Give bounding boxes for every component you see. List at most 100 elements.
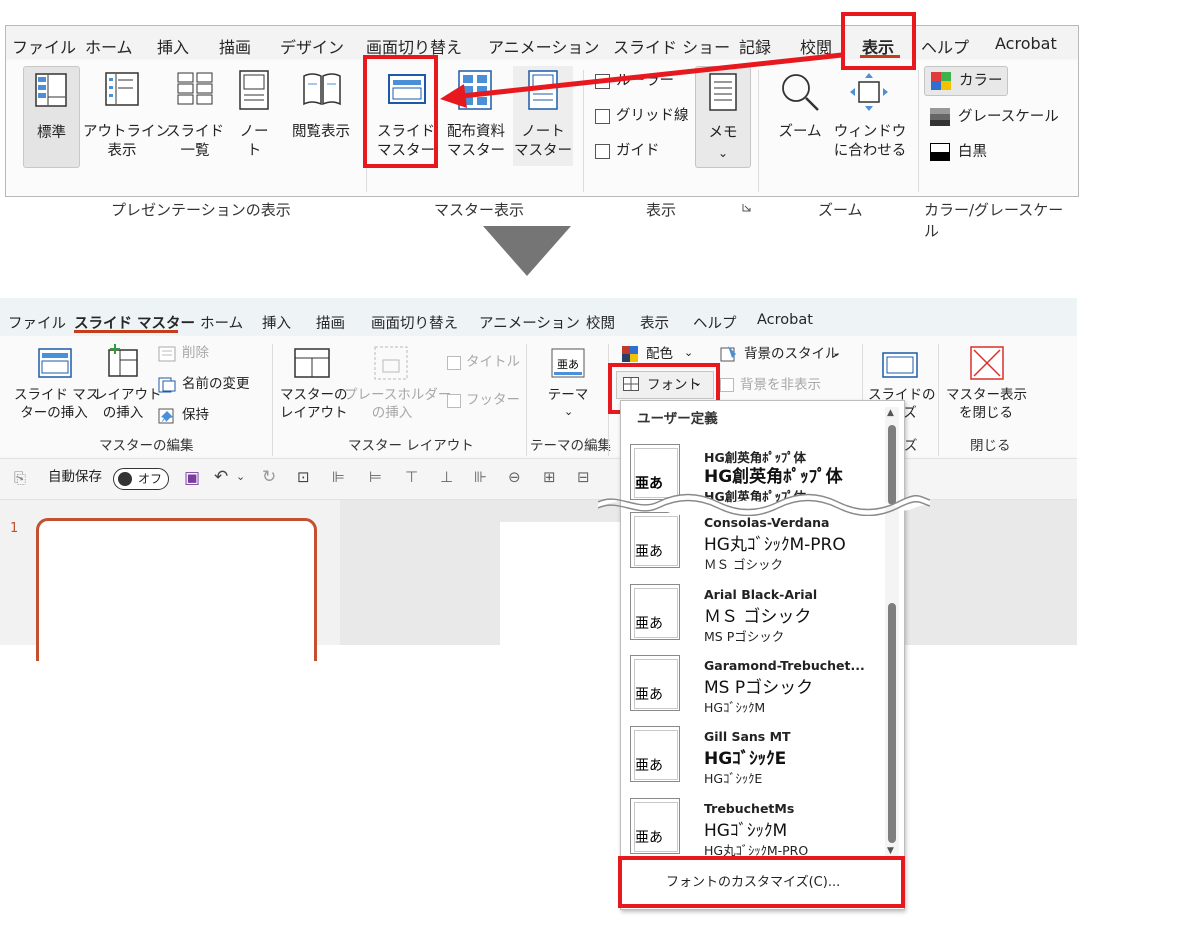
footer-checkbox[interactable]: フッター	[447, 393, 527, 413]
outline-view-button[interactable]: アウトライン 表示	[83, 66, 170, 166]
reading-view-button[interactable]: 閲覧表示	[282, 66, 360, 166]
undo-icon[interactable]: ↶	[214, 469, 228, 486]
tab-file[interactable]: ファイル	[8, 312, 66, 333]
hide-background-checkbox[interactable]: 背景を非表示	[720, 376, 850, 396]
slide-size-icon	[882, 352, 918, 378]
normal-view-button[interactable]: 標準	[23, 66, 80, 168]
gridlines-checkbox[interactable]: グリッド線	[595, 107, 695, 127]
delete-icon	[158, 346, 176, 362]
chevron-down-icon[interactable]: ⌄	[236, 471, 245, 482]
master-layout-label: マスターの レイアウト	[280, 387, 348, 421]
align-center-icon[interactable]: ⊞	[543, 470, 556, 485]
save-icon[interactable]: ▣	[184, 470, 200, 487]
tab-transitions[interactable]: 画面切り替え	[371, 312, 458, 333]
chevron-down-icon: ⌄	[718, 146, 729, 160]
tab-animations[interactable]: アニメーション	[479, 312, 580, 333]
tab-insert[interactable]: 挿入	[157, 34, 189, 58]
guides-checkbox[interactable]: ガイド	[595, 142, 695, 162]
black-white-button[interactable]: 白黒	[924, 139, 1074, 165]
color-button[interactable]: カラー	[924, 66, 1008, 96]
insert-layout-button[interactable]: レイアウト の挿入	[94, 344, 162, 424]
slide-master-highlight	[363, 55, 438, 168]
align-top-icon[interactable]: ⊤	[405, 470, 418, 485]
slide-thumbnail[interactable]	[36, 518, 317, 661]
autosave-state: オフ	[138, 472, 163, 486]
ribbon-tab-bar: ファイル スライド マスター ホーム 挿入 描画 画面切り替え アニメーション …	[0, 298, 1077, 336]
grayscale-button[interactable]: グレースケール	[924, 104, 1074, 130]
hide-background-label: 背景を非表示	[740, 377, 821, 393]
close-master-view-label: マスター表示 を閉じる	[946, 387, 1027, 421]
font-theme-body-font: MS Pゴシック	[704, 629, 785, 644]
dialog-launcher-icon[interactable]	[742, 203, 751, 212]
scroll-up-icon[interactable]: ▲	[887, 409, 894, 418]
gridlines-label: グリッド線	[616, 108, 689, 124]
tab-home[interactable]: ホーム	[200, 312, 243, 333]
color-group-label: カラー/グレースケール	[924, 201, 1064, 240]
tab-insert[interactable]: 挿入	[262, 312, 291, 333]
delete-button[interactable]: 削除	[158, 344, 258, 364]
rename-button[interactable]: 名前の変更	[158, 375, 268, 395]
title-checkbox[interactable]: タイトル	[447, 355, 527, 375]
align-bottom-icon[interactable]: ⊥	[440, 470, 453, 485]
font-theme-thumbnail: 亜あ	[630, 584, 680, 640]
autosave-toggle[interactable]: オフ	[113, 468, 169, 490]
font-theme-item[interactable]: 亜あ Garamond-Trebuchet... MS Pゴシック HGｺﾞｼｯ…	[621, 655, 881, 725]
grayscale-label: グレースケール	[958, 109, 1059, 125]
font-theme-item[interactable]: 亜あ Consolas-Verdana HG丸ｺﾞｼｯｸM-PRO ＭＳ ゴシッ…	[621, 512, 881, 582]
tab-view[interactable]: 表示	[640, 312, 669, 333]
title-checkbox-label: タイトル	[466, 354, 520, 370]
group-separator	[526, 344, 527, 456]
tab-acrobat[interactable]: Acrobat	[995, 34, 1057, 53]
font-theme-body-font: ＭＳ ゴシック	[704, 557, 783, 572]
tab-draw[interactable]: 描画	[316, 312, 345, 333]
paste-icon[interactable]: ⎘	[14, 471, 26, 486]
normal-view-icon	[35, 73, 67, 107]
normal-view-label: 標準	[37, 125, 66, 141]
notes-page-icon	[239, 70, 269, 110]
preserve-button[interactable]: 保持	[158, 406, 258, 426]
font-theme-thumbnail: 亜あ	[630, 798, 680, 854]
redo-icon[interactable]: ↻	[262, 469, 276, 486]
present-icon[interactable]: ⊡	[297, 470, 310, 485]
tab-acrobat[interactable]: Acrobat	[757, 312, 813, 328]
master-layout-button[interactable]: マスターの レイアウト	[280, 344, 348, 424]
tab-help[interactable]: ヘルプ	[921, 34, 969, 58]
insert-slide-master-button[interactable]: スライド マス ターの挿入	[14, 344, 99, 424]
tab-file[interactable]: ファイル	[12, 34, 76, 58]
slide-sorter-button[interactable]: スライド 一覧	[162, 66, 228, 166]
distribute-vertical-icon[interactable]: ⊟	[577, 470, 590, 485]
scrollbar-thumb[interactable]	[888, 603, 896, 843]
placeholder-icon	[374, 346, 408, 380]
align-left-icon[interactable]: ⊫	[332, 470, 345, 485]
background-styles-icon	[720, 346, 736, 362]
slide-canvas[interactable]	[500, 522, 620, 645]
tab-design[interactable]: デザイン	[280, 34, 344, 58]
font-theme-name: TrebuchetMs	[704, 801, 795, 816]
edit-master-group-label: マスターの編集	[99, 438, 194, 454]
font-theme-item[interactable]: 亜あ Gill Sans MT HGｺﾞｼｯｸE HGｺﾞｼｯｸE	[621, 726, 881, 796]
tab-draw[interactable]: 描画	[219, 34, 251, 58]
tab-home[interactable]: ホーム	[85, 34, 133, 58]
notes-page-button[interactable]: ノー ト	[231, 66, 277, 166]
background-styles-button[interactable]: 背景のスタイル ⌄	[720, 344, 850, 364]
theme-button[interactable]: 亜あ テーマ ⌄	[538, 344, 598, 424]
toggle-knob	[118, 472, 132, 486]
close-master-view-button[interactable]: マスター表示 を閉じる	[946, 344, 1027, 424]
dropdown-scrollbar[interactable]: ▲ ▼	[885, 407, 899, 857]
zoom-label: ズーム	[778, 124, 822, 140]
align-right-icon[interactable]: ⊨	[369, 470, 382, 485]
font-theme-name: Arial Black-Arial	[704, 587, 818, 602]
scroll-down-icon[interactable]: ▼	[887, 847, 894, 856]
tab-help[interactable]: ヘルプ	[693, 312, 737, 333]
insert-placeholder-button[interactable]: プレースホルダー の挿入	[344, 344, 451, 424]
active-tab-underline	[74, 330, 178, 333]
colors-button[interactable]: 配色 ⌄	[622, 344, 702, 364]
slide-number: 1	[10, 521, 19, 536]
fit-to-window-label: ウィンドウ に合わせる	[833, 124, 907, 159]
view-tab-highlight	[841, 12, 916, 70]
font-theme-item[interactable]: 亜あ Arial Black-Arial ＭＳ ゴシック MS Pゴシック	[621, 584, 881, 654]
tab-review[interactable]: 校閲	[586, 312, 615, 333]
distribute-horizontal-icon[interactable]: ⊪	[474, 470, 487, 485]
black-white-icon	[930, 143, 950, 161]
align-middle-icon[interactable]: ⊖	[508, 470, 521, 485]
